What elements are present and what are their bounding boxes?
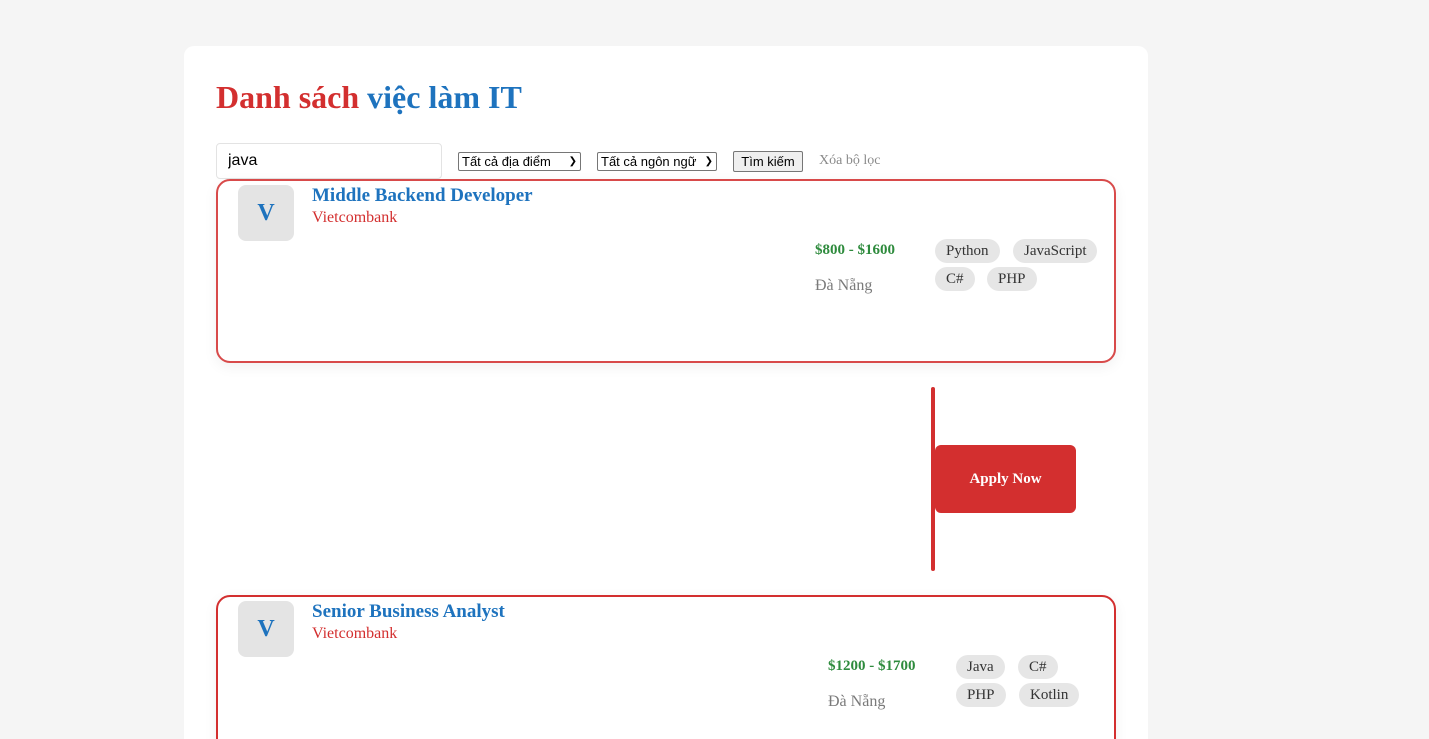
- language-select-value: Tất cả ngôn ngữ: [601, 154, 697, 169]
- skill-tag: Python: [935, 239, 1000, 263]
- search-input[interactable]: [216, 143, 442, 179]
- location: Đà Nẵng: [828, 693, 886, 710]
- apply-now-button[interactable]: Apply Now: [935, 445, 1076, 513]
- search-button[interactable]: Tìm kiếm: [733, 151, 803, 172]
- salary: $1200 - $1700: [828, 658, 916, 674]
- skill-tag: Kotlin: [1019, 683, 1080, 707]
- chevron-down-icon: ❯: [568, 156, 577, 167]
- page-title: Danh sách việc làm IT: [216, 78, 522, 116]
- location-select[interactable]: Tất cả địa điểm ❯: [458, 152, 581, 171]
- skill-tag: Java: [956, 655, 1005, 679]
- job-card[interactable]: V Middle Backend Developer Vietcombank $…: [216, 179, 1116, 363]
- language-select[interactable]: Tất cả ngôn ngữ ❯: [597, 152, 717, 171]
- skill-tag: C#: [1018, 655, 1058, 679]
- page-title-part1: Danh sách: [216, 79, 360, 115]
- job-title[interactable]: Senior Business Analyst: [312, 601, 505, 623]
- skill-tag: PHP: [956, 683, 1006, 707]
- job-title[interactable]: Middle Backend Developer: [312, 185, 533, 207]
- company-name: Vietcombank: [312, 625, 398, 642]
- job-card[interactable]: V Senior Business Analyst Vietcombank $1…: [216, 595, 1116, 739]
- skill-tag: JavaScript: [1013, 239, 1098, 263]
- chevron-down-icon: ❯: [704, 156, 713, 167]
- skill-tag: PHP: [987, 267, 1037, 291]
- skill-tag: C#: [935, 267, 975, 291]
- page-title-part2: việc làm IT: [367, 79, 522, 115]
- company-logo: V: [238, 185, 294, 241]
- company-name: Vietcombank: [312, 209, 398, 226]
- location-select-value: Tất cả địa điểm: [462, 154, 551, 169]
- company-logo: V: [238, 601, 294, 657]
- salary: $800 - $1600: [815, 242, 895, 258]
- clear-filters-link[interactable]: Xóa bộ lọc: [819, 153, 880, 169]
- location: Đà Nẵng: [815, 277, 873, 294]
